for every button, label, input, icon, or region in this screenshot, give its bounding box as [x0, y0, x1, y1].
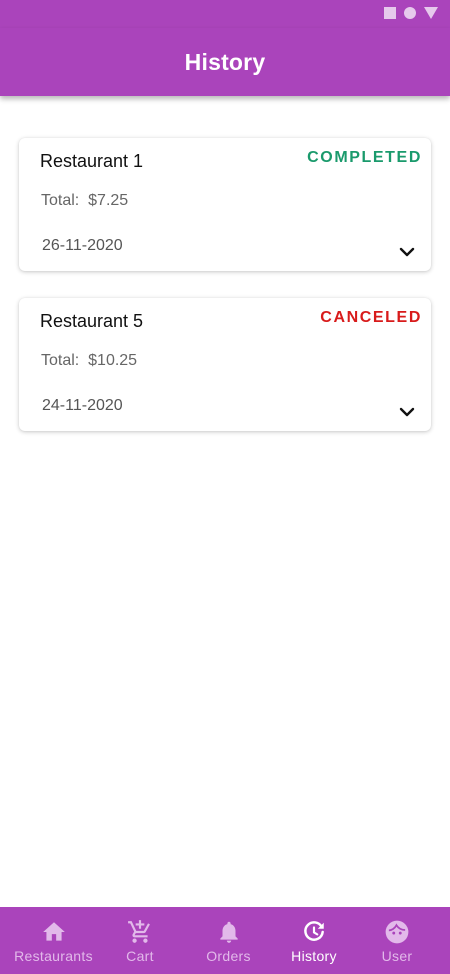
home-icon — [42, 922, 65, 941]
nav-item-user[interactable]: User — [344, 907, 450, 974]
order-date: 26-11-2020 — [42, 237, 123, 254]
bottom-navigation: Restaurants Cart Orders History User — [0, 907, 450, 974]
nav-item-history[interactable]: History — [284, 907, 344, 974]
refresh-icon — [304, 921, 324, 941]
nav-label: Cart — [126, 948, 154, 964]
order-card[interactable]: Restaurant 5 CANCELED Total: $10.25 24-1… — [19, 298, 431, 431]
order-status-badge: COMPLETED — [307, 149, 422, 166]
back-triangle-icon — [424, 7, 438, 19]
chevron-down-icon[interactable] — [399, 246, 415, 258]
nav-label: Restaurants — [14, 948, 93, 964]
nav-item-orders[interactable]: Orders — [173, 907, 284, 974]
order-status-badge: CANCELED — [320, 309, 422, 326]
total-label: Total: — [41, 352, 80, 369]
chevron-down-icon[interactable] — [399, 406, 415, 418]
order-total: Total: $7.25 — [41, 192, 128, 210]
total-value: $10.25 — [88, 352, 138, 369]
recent-apps-icon — [384, 7, 396, 19]
nav-item-cart[interactable]: Cart — [107, 907, 173, 974]
home-circle-icon — [404, 7, 416, 19]
nav-label: History — [291, 948, 337, 964]
order-history-list: Restaurant 1 COMPLETED Total: $7.25 26-1… — [19, 138, 431, 458]
nav-label: Orders — [206, 948, 251, 964]
order-total: Total: $10.25 — [41, 352, 137, 370]
total-value: $7.25 — [88, 192, 129, 209]
cart-add-icon — [128, 920, 150, 943]
nav-item-restaurants[interactable]: Restaurants — [0, 907, 107, 974]
bell-icon — [219, 921, 238, 943]
total-label: Total: — [41, 192, 80, 209]
nav-label: User — [381, 948, 413, 964]
page-title: History — [184, 48, 266, 75]
order-card[interactable]: Restaurant 1 COMPLETED Total: $7.25 26-1… — [19, 138, 431, 271]
status-icons — [384, 7, 438, 19]
restaurant-name: Restaurant 5 — [40, 311, 144, 331]
face-icon — [385, 920, 409, 944]
app-bar: History — [0, 28, 450, 96]
status-bar — [0, 0, 450, 28]
history-screen: History Restaurant 1 COMPLETED Total: $7… — [0, 0, 450, 974]
order-date: 24-11-2020 — [42, 397, 123, 414]
restaurant-name: Restaurant 1 — [40, 151, 144, 171]
